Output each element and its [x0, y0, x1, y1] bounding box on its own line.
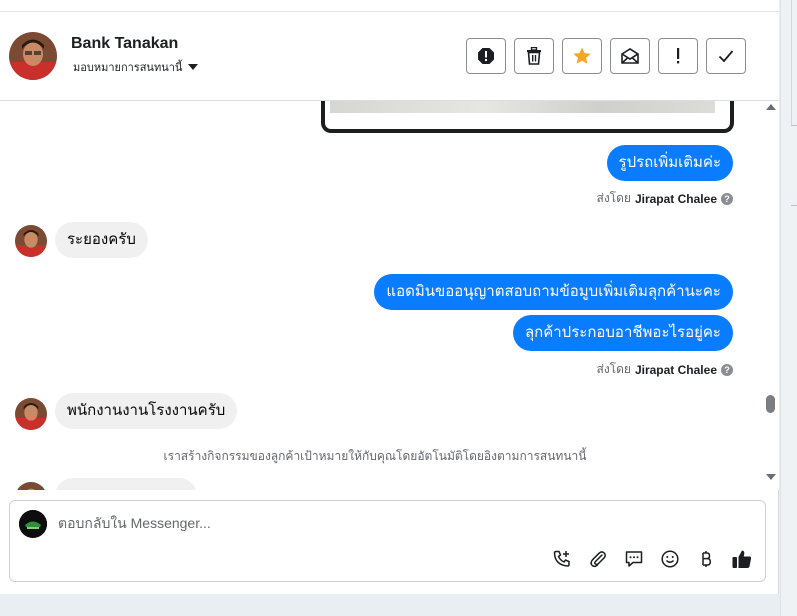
reply-composer	[9, 500, 766, 582]
message-list[interactable]: รูปรถเพิ่มเติมค่ะ ส่งโดย Jirapat Chalee …	[0, 101, 763, 490]
contact-avatar-small[interactable]	[15, 482, 47, 490]
delete-button[interactable]	[514, 38, 554, 74]
contact-name[interactable]: Bank Tanakan	[71, 35, 178, 53]
sent-by-name: Jirapat Chalee	[634, 362, 717, 377]
page-avatar	[19, 510, 47, 538]
conversation-header: Bank Tanakan มอบหมายการสนทนานี้	[0, 12, 779, 101]
sent-by-prefix: ส่งโดย	[596, 362, 631, 376]
caret-down-icon	[188, 64, 199, 70]
sent-by-name: Jirapat Chalee	[634, 191, 717, 206]
star-button[interactable]	[562, 38, 602, 74]
contact-avatar[interactable]	[9, 32, 57, 80]
message-scrollbar[interactable]	[763, 101, 779, 490]
composer-tools	[551, 548, 753, 570]
check-icon	[718, 50, 734, 63]
scroll-thumb[interactable]	[766, 395, 775, 413]
bottom-edge	[0, 594, 780, 616]
baht-payment-icon[interactable]	[695, 548, 717, 570]
thumbs-up-icon[interactable]	[731, 548, 753, 570]
contact-avatar-small[interactable]	[15, 225, 47, 257]
assign-conversation-dropdown[interactable]: มอบหมายการสนทนานี้	[73, 58, 199, 76]
assign-label: มอบหมายการสนทนานี้	[73, 62, 183, 74]
outgoing-message[interactable]: รูปรถเพิ่มเติมค่ะ	[606, 145, 733, 181]
done-button[interactable]	[706, 38, 746, 74]
contact-avatar-small[interactable]	[15, 398, 47, 430]
sent-by-label: ส่งโดย Jirapat Chalee ?	[596, 189, 733, 208]
outgoing-message[interactable]: แอดมินขออนุญาตสอบถามข้อมูบเพิ่มเติมลุกค้…	[374, 274, 733, 310]
right-edge-panel	[780, 0, 797, 616]
exclamation-octagon-icon	[478, 48, 494, 64]
system-note: เราสร้างกิจกรรมของลูกค้าเป้าหมายให้กับคุ…	[163, 449, 587, 463]
trash-icon	[527, 47, 541, 65]
star-icon	[573, 47, 591, 64]
mark-unread-button[interactable]	[610, 38, 650, 74]
incoming-message[interactable]: ระยองครับ	[55, 222, 148, 258]
image-attachment[interactable]	[321, 101, 734, 133]
question-icon[interactable]: ?	[721, 192, 733, 205]
scroll-down-arrow-icon[interactable]	[766, 474, 776, 480]
scroll-up-arrow-icon[interactable]	[766, 104, 776, 110]
emoji-icon[interactable]	[659, 548, 681, 570]
image-attachment-content	[330, 101, 715, 113]
header-actions	[466, 38, 746, 74]
conversation-panel: Bank Tanakan มอบหมายการสนทนานี้ รูปรถเพิ…	[0, 0, 779, 594]
envelope-icon	[621, 48, 639, 64]
reply-input[interactable]	[58, 511, 658, 535]
call-add-icon[interactable]	[551, 548, 573, 570]
saved-reply-icon[interactable]	[623, 548, 645, 570]
sent-by-prefix: ส่งโดย	[596, 191, 631, 205]
sent-by-label: ส่งโดย Jirapat Chalee ?	[596, 360, 733, 379]
top-strip	[0, 0, 779, 12]
incoming-message-partial[interactable]	[55, 478, 197, 490]
paperclip-icon[interactable]	[587, 548, 609, 570]
outgoing-message[interactable]: ลุกค้าประกอบอาชีพอะไรอยู่คะ	[512, 315, 733, 351]
spam-button[interactable]	[466, 38, 506, 74]
exclamation-icon	[677, 48, 680, 64]
question-icon[interactable]: ?	[721, 363, 733, 376]
follow-up-button[interactable]	[658, 38, 698, 74]
incoming-message[interactable]: พนักงานงานโรงงานครับ	[55, 393, 238, 429]
